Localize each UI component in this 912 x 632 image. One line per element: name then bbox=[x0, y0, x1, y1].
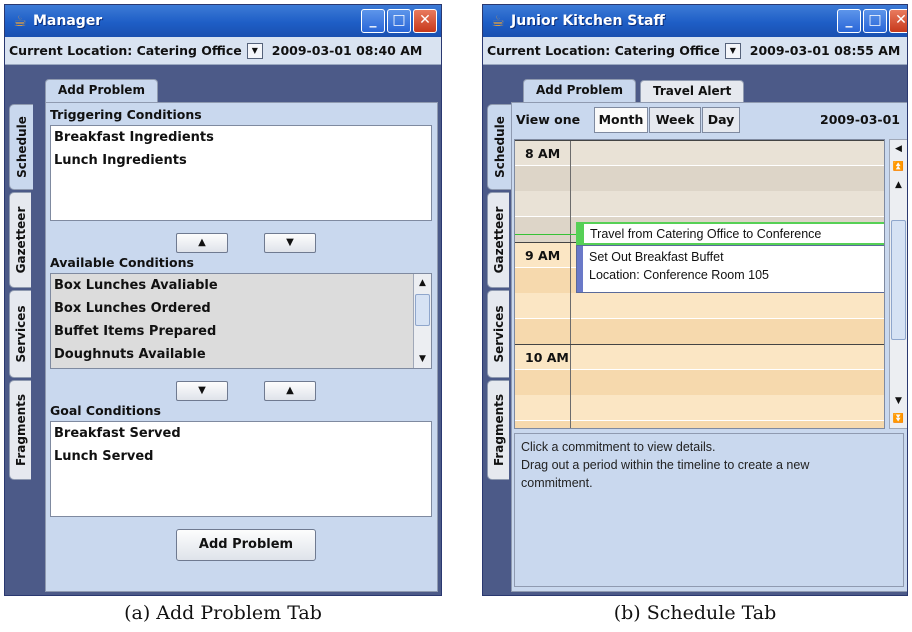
list-item[interactable]: Breakfast Served bbox=[51, 422, 431, 445]
location-bar: Current Location: Catering Office ▼ 2009… bbox=[483, 37, 907, 65]
commitment-event[interactable]: Set Out Breakfast Buffet Location: Confe… bbox=[576, 245, 884, 293]
hour-label: 8 AM bbox=[525, 146, 561, 161]
goal-conditions-label: Goal Conditions bbox=[50, 403, 161, 418]
list-item[interactable]: Lunch Served bbox=[51, 445, 431, 468]
travel-event[interactable]: Travel from Catering Office to Conferenc… bbox=[576, 222, 884, 245]
tab-travel-alert[interactable]: Travel Alert bbox=[640, 80, 745, 102]
view-one-label: View one bbox=[516, 112, 581, 127]
time-gutter bbox=[515, 140, 571, 428]
side-tab-schedule[interactable]: Schedule bbox=[487, 104, 511, 190]
available-conditions-list[interactable]: Box Lunches Avaliable Box Lunches Ordere… bbox=[50, 273, 432, 369]
tab-add-problem[interactable]: Add Problem bbox=[523, 79, 636, 103]
triggering-conditions-label: Triggering Conditions bbox=[50, 107, 202, 122]
close-icon[interactable]: ✕ bbox=[889, 9, 907, 33]
content-area: Add Problem Travel Alert Schedule Gazett… bbox=[483, 66, 907, 595]
view-month-button[interactable]: Month bbox=[594, 107, 648, 133]
scroll-down-icon[interactable]: ▼ bbox=[890, 392, 907, 410]
maximize-icon[interactable]: □ bbox=[387, 9, 411, 33]
hour-line bbox=[515, 140, 884, 141]
goal-conditions-list[interactable]: Breakfast Served Lunch Served bbox=[50, 421, 432, 517]
content-area: Add Problem Schedule Gazetteer Services … bbox=[5, 66, 441, 595]
move-down-button[interactable]: ▼ bbox=[176, 381, 228, 401]
side-tab-fragments[interactable]: Fragments bbox=[9, 380, 31, 480]
list-item[interactable]: Box Lunches Avaliable bbox=[51, 274, 431, 297]
view-week-button[interactable]: Week bbox=[649, 107, 701, 133]
junior-kitchen-staff-window: ☕ Junior Kitchen Staff _ □ ✕ Current Loc… bbox=[482, 4, 908, 596]
add-problem-panel: Triggering Conditions Breakfast Ingredie… bbox=[45, 102, 438, 592]
scroll-up-icon[interactable]: ▲ bbox=[414, 274, 431, 292]
side-tab-services[interactable]: Services bbox=[9, 290, 31, 378]
window-title: Junior Kitchen Staff bbox=[511, 13, 665, 29]
caption-b: (b) Schedule Tab bbox=[613, 602, 777, 624]
available-list-scrollbar[interactable]: ▲ ▼ bbox=[413, 274, 431, 368]
close-icon[interactable]: ✕ bbox=[413, 9, 437, 33]
list-item[interactable]: Breakfast Ingredients bbox=[51, 126, 431, 149]
event-color-bar bbox=[578, 224, 584, 243]
timeline-scrollbar[interactable]: ◀ ⏫ ▲ ▼ ⏬ bbox=[889, 139, 907, 429]
side-tab-services[interactable]: Services bbox=[487, 290, 509, 378]
location-bar: Current Location: Catering Office ▼ 2009… bbox=[5, 37, 441, 65]
event-text: Set Out Breakfast Buffet Location: Confe… bbox=[589, 250, 769, 282]
commitment-details-panel: Click a commitment to view details. Drag… bbox=[514, 433, 904, 587]
scroll-top-icon[interactable]: ⏫ bbox=[890, 158, 907, 176]
java-cup-icon: ☕ bbox=[491, 12, 505, 30]
move-down-button[interactable]: ▼ bbox=[264, 233, 316, 253]
tab-add-problem[interactable]: Add Problem bbox=[45, 79, 158, 103]
title-bar[interactable]: ☕ Manager _ □ ✕ bbox=[5, 5, 441, 37]
view-date: 2009-03-01 bbox=[820, 112, 900, 127]
day-timeline[interactable]: 8 AM 9 AM 10 AM Travel from Catering Off… bbox=[514, 139, 885, 429]
current-location-label: Current Location: Catering Office bbox=[9, 43, 242, 58]
hour-label: 9 AM bbox=[525, 248, 561, 263]
manager-window: ☕ Manager _ □ ✕ Current Location: Cateri… bbox=[4, 4, 442, 596]
scroll-up-icon[interactable]: ▲ bbox=[890, 176, 907, 194]
triggering-conditions-list[interactable]: Breakfast Ingredients Lunch Ingredients bbox=[50, 125, 432, 221]
view-toolbar: View one Month Week Day 2009-03-01 bbox=[512, 103, 907, 137]
hour-label: 10 AM bbox=[525, 350, 569, 365]
event-color-bar bbox=[577, 246, 583, 292]
event-text: Travel from Catering Office to Conferenc… bbox=[590, 227, 822, 241]
add-problem-button[interactable]: Add Problem bbox=[176, 529, 316, 561]
list-item[interactable]: Doughnuts Available bbox=[51, 343, 431, 366]
location-dropdown-icon[interactable]: ▼ bbox=[724, 42, 741, 59]
side-tab-gazetteer[interactable]: Gazetteer bbox=[487, 192, 509, 288]
location-dropdown-icon[interactable]: ▼ bbox=[246, 42, 263, 59]
list-item[interactable]: Lunch Ingredients bbox=[51, 149, 431, 172]
maximize-icon[interactable]: □ bbox=[863, 9, 887, 33]
scroll-down-icon[interactable]: ▼ bbox=[414, 350, 431, 368]
scroll-thumb[interactable] bbox=[891, 220, 906, 340]
scroll-bottom-icon[interactable]: ⏬ bbox=[890, 410, 907, 428]
schedule-panel: View one Month Week Day 2009-03-01 8 AM … bbox=[511, 102, 907, 592]
current-location-label: Current Location: Catering Office bbox=[487, 43, 720, 58]
title-bar[interactable]: ☕ Junior Kitchen Staff _ □ ✕ bbox=[483, 5, 907, 37]
current-datetime: 2009-03-01 08:40 AM bbox=[271, 43, 423, 58]
current-datetime: 2009-03-01 08:55 AM bbox=[749, 43, 901, 58]
side-tab-fragments[interactable]: Fragments bbox=[487, 380, 509, 480]
list-item[interactable]: Buffet Items Prepared bbox=[51, 320, 431, 343]
list-item[interactable]: Box Lunches Ordered bbox=[51, 297, 431, 320]
minimize-icon[interactable]: _ bbox=[361, 9, 385, 33]
hour-line bbox=[515, 344, 884, 345]
move-up-button[interactable]: ▲ bbox=[264, 381, 316, 401]
minimize-icon[interactable]: _ bbox=[837, 9, 861, 33]
view-day-button[interactable]: Day bbox=[702, 107, 740, 133]
scroll-thumb[interactable] bbox=[415, 294, 430, 326]
scroll-left-icon[interactable]: ◀ bbox=[890, 140, 907, 158]
java-cup-icon: ☕ bbox=[13, 12, 27, 30]
window-title: Manager bbox=[33, 13, 103, 29]
caption-a: (a) Add Problem Tab bbox=[124, 602, 322, 624]
move-up-button[interactable]: ▲ bbox=[176, 233, 228, 253]
side-tab-schedule[interactable]: Schedule bbox=[9, 104, 33, 190]
side-tab-gazetteer[interactable]: Gazetteer bbox=[9, 192, 31, 288]
available-conditions-label: Available Conditions bbox=[50, 255, 194, 270]
